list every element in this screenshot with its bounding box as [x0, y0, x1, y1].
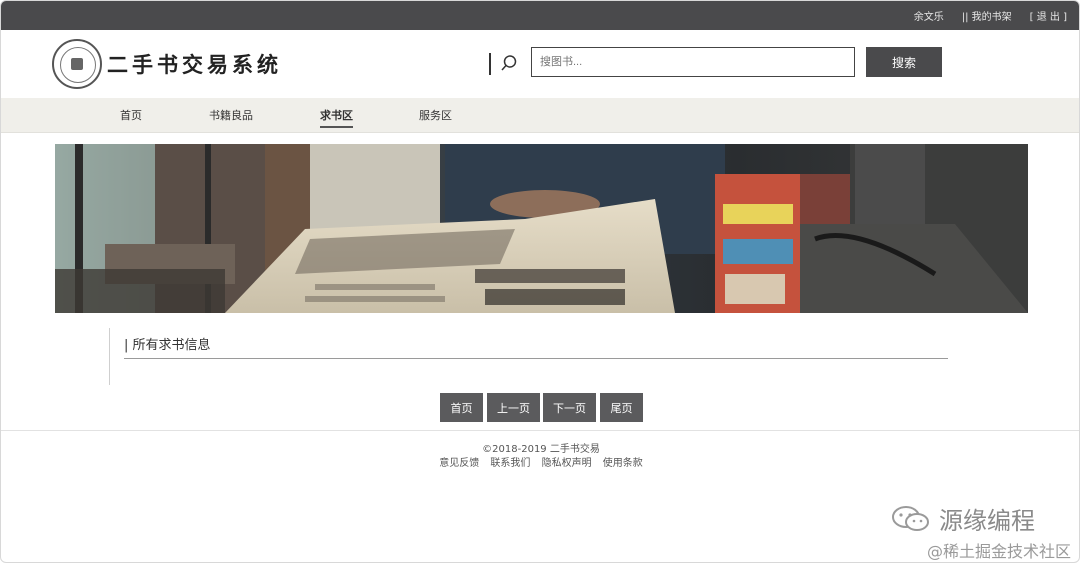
- nav-item-book-requests[interactable]: 求书区: [320, 98, 353, 133]
- last-page-button[interactable]: 尾页: [600, 393, 643, 422]
- top-bar: 余文乐 || 我的书架 [ 退 出 ]: [1, 1, 1079, 30]
- nav-item-services[interactable]: 服务区: [419, 98, 452, 133]
- search-divider: [489, 53, 491, 75]
- terms-link[interactable]: 使用条款: [603, 458, 643, 469]
- wechat-watermark-text: 源缘编程: [939, 507, 1035, 535]
- feedback-link[interactable]: 意见反馈: [439, 458, 479, 469]
- section-title: | 所有求书信息: [124, 338, 211, 353]
- wechat-watermark: 源缘编程: [891, 501, 1035, 536]
- header: 二手书交易系统 搜索: [1, 30, 1079, 98]
- first-page-button[interactable]: 首页: [440, 393, 483, 422]
- logout-link[interactable]: [ 退 出 ]: [1030, 8, 1067, 23]
- juejin-watermark: @稀土掘金技术社区: [926, 542, 1071, 561]
- next-page-button[interactable]: 下一页: [543, 393, 596, 422]
- newspaper-banner-image: [55, 144, 1028, 313]
- page: 余文乐 || 我的书架 [ 退 出 ] 二手书交易系统 搜索 首页 书籍良品 求…: [0, 0, 1080, 563]
- copyright-text: ©2018-2019 二手书交易: [482, 444, 600, 455]
- nav-item-books[interactable]: 书籍良品: [209, 98, 253, 133]
- main-nav: 首页 书籍良品 求书区 服务区: [1, 98, 1079, 133]
- section-divider: [124, 358, 948, 359]
- nav-item-home[interactable]: 首页: [120, 98, 142, 133]
- wechat-icon: [892, 505, 929, 531]
- site-title[interactable]: 二手书交易系统: [107, 49, 282, 79]
- footer-divider: [1, 430, 1079, 431]
- user-name-link[interactable]: 余文乐: [914, 8, 944, 23]
- search-button[interactable]: 搜索: [866, 47, 942, 77]
- search-input[interactable]: [531, 47, 855, 77]
- prev-page-button[interactable]: 上一页: [487, 393, 540, 422]
- top-links: 余文乐 || 我的书架 [ 退 出 ]: [896, 1, 1067, 30]
- privacy-link[interactable]: 隐私权声明: [542, 458, 592, 469]
- university-seal-logo[interactable]: [52, 39, 102, 89]
- book-requests-section: | 所有求书信息: [109, 328, 949, 385]
- search-icon[interactable]: [500, 54, 518, 72]
- contact-link[interactable]: 联系我们: [490, 458, 530, 469]
- bookshelf-link[interactable]: || 我的书架: [962, 8, 1012, 23]
- footer-links: 意见反馈 联系我们 隐私权声明 使用条款: [1, 454, 1079, 469]
